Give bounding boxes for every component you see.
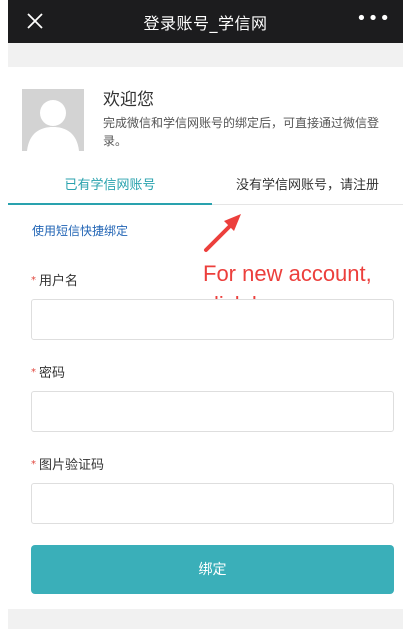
captcha-label: * 图片验证码 bbox=[31, 454, 104, 473]
binding-description: 完成微信和学信网账号的绑定后，可直接通过微信登录。 bbox=[103, 116, 380, 148]
more-menu-icon[interactable]: ••• bbox=[356, 10, 391, 28]
required-mark: * bbox=[31, 367, 36, 378]
profile-section: 欢迎您 完成微信和学信网账号的绑定后，可直接通过微信登录。 bbox=[8, 67, 403, 172]
sms-quick-bind-link[interactable]: 使用短信快捷绑定 bbox=[32, 222, 128, 239]
close-icon[interactable] bbox=[22, 8, 48, 34]
username-label: * 用户名 bbox=[31, 270, 78, 289]
tab-existing-account[interactable]: 已有学信网账号 bbox=[8, 172, 212, 205]
tab-register[interactable]: 没有学信网账号，请注册 bbox=[212, 172, 403, 205]
bind-button[interactable]: 绑定 bbox=[31, 545, 394, 594]
password-label: * 密码 bbox=[31, 362, 65, 381]
password-input[interactable] bbox=[31, 391, 394, 432]
password-label-text: 密码 bbox=[39, 366, 66, 381]
annotation-line-1: For new account, bbox=[203, 261, 372, 286]
top-spacer bbox=[8, 43, 403, 67]
captcha-label-text: 图片验证码 bbox=[39, 458, 105, 473]
welcome-heading: 欢迎您 bbox=[103, 90, 154, 110]
username-input[interactable] bbox=[31, 299, 394, 340]
required-mark: * bbox=[31, 459, 36, 470]
username-label-text: 用户名 bbox=[39, 274, 79, 289]
title-bar: 登录账号_学信网 ••• bbox=[8, 0, 403, 43]
captcha-input[interactable] bbox=[31, 483, 394, 524]
avatar bbox=[22, 89, 84, 151]
annotation-arrow-icon bbox=[204, 214, 241, 252]
bottom-spacer bbox=[8, 609, 403, 629]
page-title: 登录账号_学信网 bbox=[143, 13, 268, 33]
account-tabs: 已有学信网账号 没有学信网账号，请注册 bbox=[8, 172, 403, 205]
user-silhouette-icon bbox=[22, 89, 84, 151]
required-mark: * bbox=[31, 275, 36, 286]
